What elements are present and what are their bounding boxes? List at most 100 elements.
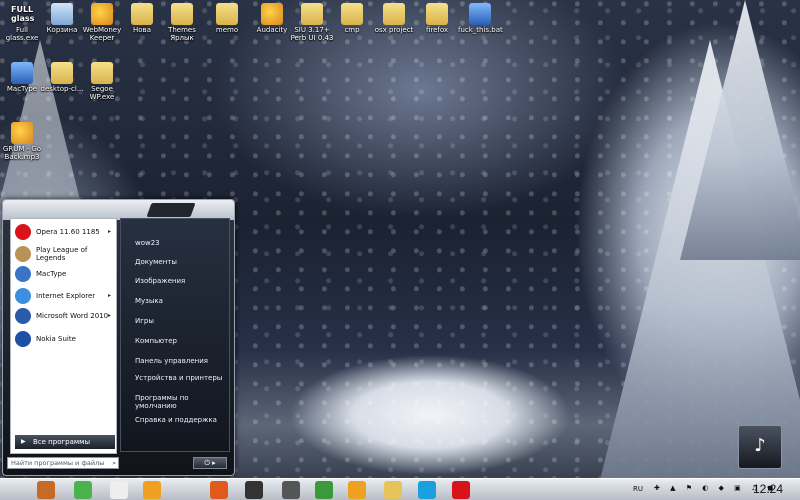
desktop-icon[interactable]: Segoe WP.exe <box>80 62 124 101</box>
music-note-icon: ♪ <box>754 435 766 456</box>
desktop-icon-label: MacType <box>6 85 38 93</box>
taskbar-utorrent-icon[interactable] <box>315 481 333 499</box>
start-menu-link[interactable]: wow23 <box>135 239 227 247</box>
start-menu-link[interactable]: Программы по умолчанию <box>135 394 227 410</box>
folder-icon <box>51 62 73 84</box>
folder-icon <box>383 3 405 25</box>
all-programs-label: Все программы <box>33 438 90 446</box>
desktop-icon[interactable]: GRUM - Go Back.mp3 <box>0 122 44 161</box>
triangle-right-icon: ▶ <box>21 438 26 445</box>
taskbar-opera-icon[interactable] <box>452 481 470 499</box>
program-item[interactable]: Microsoft Word 2010 ▸ <box>15 306 115 326</box>
word-icon <box>15 308 31 324</box>
start-menu: Opera 11.60 1185 ▸ Play League of Legends M… <box>2 199 235 476</box>
desktop-icon-label: Нова <box>133 26 151 34</box>
program-item[interactable]: Nokia Suite <box>15 329 115 349</box>
music-file-icon <box>11 122 33 144</box>
folder-icon <box>216 3 238 25</box>
taskbar-start-orb-icon[interactable] <box>37 481 55 499</box>
program-item[interactable]: Play League of Legends <box>15 244 115 264</box>
folder-icon <box>171 3 193 25</box>
start-menu-link[interactable]: Компьютер <box>135 337 227 345</box>
desktop-icon-label: memo <box>215 26 239 34</box>
folder-icon <box>131 3 153 25</box>
all-programs-button[interactable]: ▶ Все программы <box>15 435 115 449</box>
start-menu-link[interactable]: Панель управления <box>135 357 227 365</box>
nokia-icon <box>15 331 31 347</box>
program-label: MacType <box>36 270 67 278</box>
folder-icon <box>341 3 363 25</box>
language-indicator[interactable]: RU <box>633 485 643 493</box>
start-menu-link[interactable]: Устройства и принтеры <box>135 374 227 382</box>
taskbar-cursor-icon[interactable] <box>110 481 128 499</box>
start-menu-link[interactable]: Справка и поддержка <box>135 416 227 424</box>
submenu-arrow-icon: ▸ <box>107 292 111 299</box>
submenu-arrow-icon: ▸ <box>107 228 111 235</box>
desktop-icon[interactable]: fuck_this.bat <box>458 3 503 34</box>
folder-icon <box>301 3 323 25</box>
media-player-widget[interactable]: ♪ <box>738 425 782 469</box>
program-label: Microsoft Word 2010 <box>36 312 109 320</box>
program-item[interactable]: Internet Explorer ▸ <box>15 286 115 306</box>
program-list: Opera 11.60 1185 ▸ Play League of Legends M… <box>10 218 117 454</box>
desktop-icon[interactable]: MacType <box>0 62 44 93</box>
search-icon: ⌕ <box>112 459 116 467</box>
start-menu-link[interactable]: Игры <box>135 317 227 325</box>
desktop-icon-label: GRUM - Go Back.mp3 <box>2 145 42 161</box>
audacity-icon <box>261 3 283 25</box>
clock[interactable]: 12:24 <box>753 482 783 496</box>
ie-icon <box>15 288 31 304</box>
desktop-icon[interactable]: osx project <box>372 3 416 34</box>
start-menu-link[interactable]: Документы <box>135 258 227 266</box>
text-icon: FULL glass <box>11 5 35 23</box>
desktop-icon[interactable]: Нова <box>120 3 164 34</box>
taskbar-skype-icon[interactable] <box>418 481 436 499</box>
desktop-icon-label: firefox <box>425 26 449 34</box>
taskbar-grum-icon[interactable] <box>245 481 263 499</box>
taskbar-aimp2-icon[interactable] <box>348 481 366 499</box>
desktop-icon[interactable]: Themes Ярлык <box>160 3 204 42</box>
mactype-icon <box>15 266 31 282</box>
start-menu-header <box>3 200 234 220</box>
desktop-icon[interactable]: Корзина <box>40 3 84 34</box>
taskbar-steam-icon[interactable] <box>282 481 300 499</box>
desktop-icon-label: Корзина <box>46 26 78 34</box>
taskbar-explorer-icon[interactable] <box>384 481 402 499</box>
desktop-icon-label: Full glass.exe <box>5 26 39 42</box>
start-menu-link[interactable]: Музыка <box>135 297 227 305</box>
desktop-icon[interactable]: memo <box>205 3 249 34</box>
desktop-icon-label: WebMoney Keeper <box>82 26 122 42</box>
folder-icon <box>426 3 448 25</box>
taskbar-aimp-icon[interactable] <box>143 481 161 499</box>
webmoney-icon <box>91 3 113 25</box>
bat-file-icon <box>469 3 491 25</box>
program-label: Opera 11.60 1185 <box>36 228 100 236</box>
mactype-icon <box>11 62 33 84</box>
start-menu-link[interactable]: Изображения <box>135 277 227 285</box>
recycle-bin-icon <box>51 3 73 25</box>
desktop-icon[interactable]: Audacity <box>250 3 294 34</box>
submenu-arrow-icon: ▸ <box>107 312 111 319</box>
program-label: Nokia Suite <box>36 335 76 343</box>
search-input[interactable]: Найти программы и файлы ⌕ <box>7 457 119 469</box>
desktop-icon-label: Themes Ярлык <box>168 26 196 42</box>
user-picture[interactable] <box>146 203 196 217</box>
desktop-icon[interactable]: firefox <box>415 3 459 34</box>
taskbar-firefox-icon[interactable] <box>210 481 228 499</box>
desktop-icon-label: SIU 3.17+ Perb UI 0.43 <box>290 26 334 42</box>
desktop-icon[interactable]: WebMoney Keeper <box>80 3 124 42</box>
desktop-icon[interactable]: SIU 3.17+ Perb UI 0.43 <box>290 3 334 42</box>
program-label: Internet Explorer <box>36 292 96 300</box>
desktop-icon[interactable]: desktop-cl... <box>40 62 84 93</box>
program-item[interactable]: MacType <box>15 264 115 284</box>
opera-icon <box>15 224 31 240</box>
desktop-icon[interactable]: cmp <box>330 3 374 34</box>
start-menu-right-pane: wow23 Документы Изображения Музыка Игры Компь… <box>120 218 230 452</box>
program-item[interactable]: Opera 11.60 1185 ▸ <box>15 222 115 242</box>
search-placeholder: Найти программы и файлы <box>11 459 105 467</box>
power-icon: ⏻ ▸ <box>204 459 216 467</box>
taskbar-utorrent-like-icon[interactable] <box>74 481 92 499</box>
shutdown-button[interactable]: ⏻ ▸ <box>193 457 227 469</box>
desktop-icon[interactable]: FULL glass Full glass.exe <box>0 3 44 42</box>
lol-icon <box>15 246 31 262</box>
